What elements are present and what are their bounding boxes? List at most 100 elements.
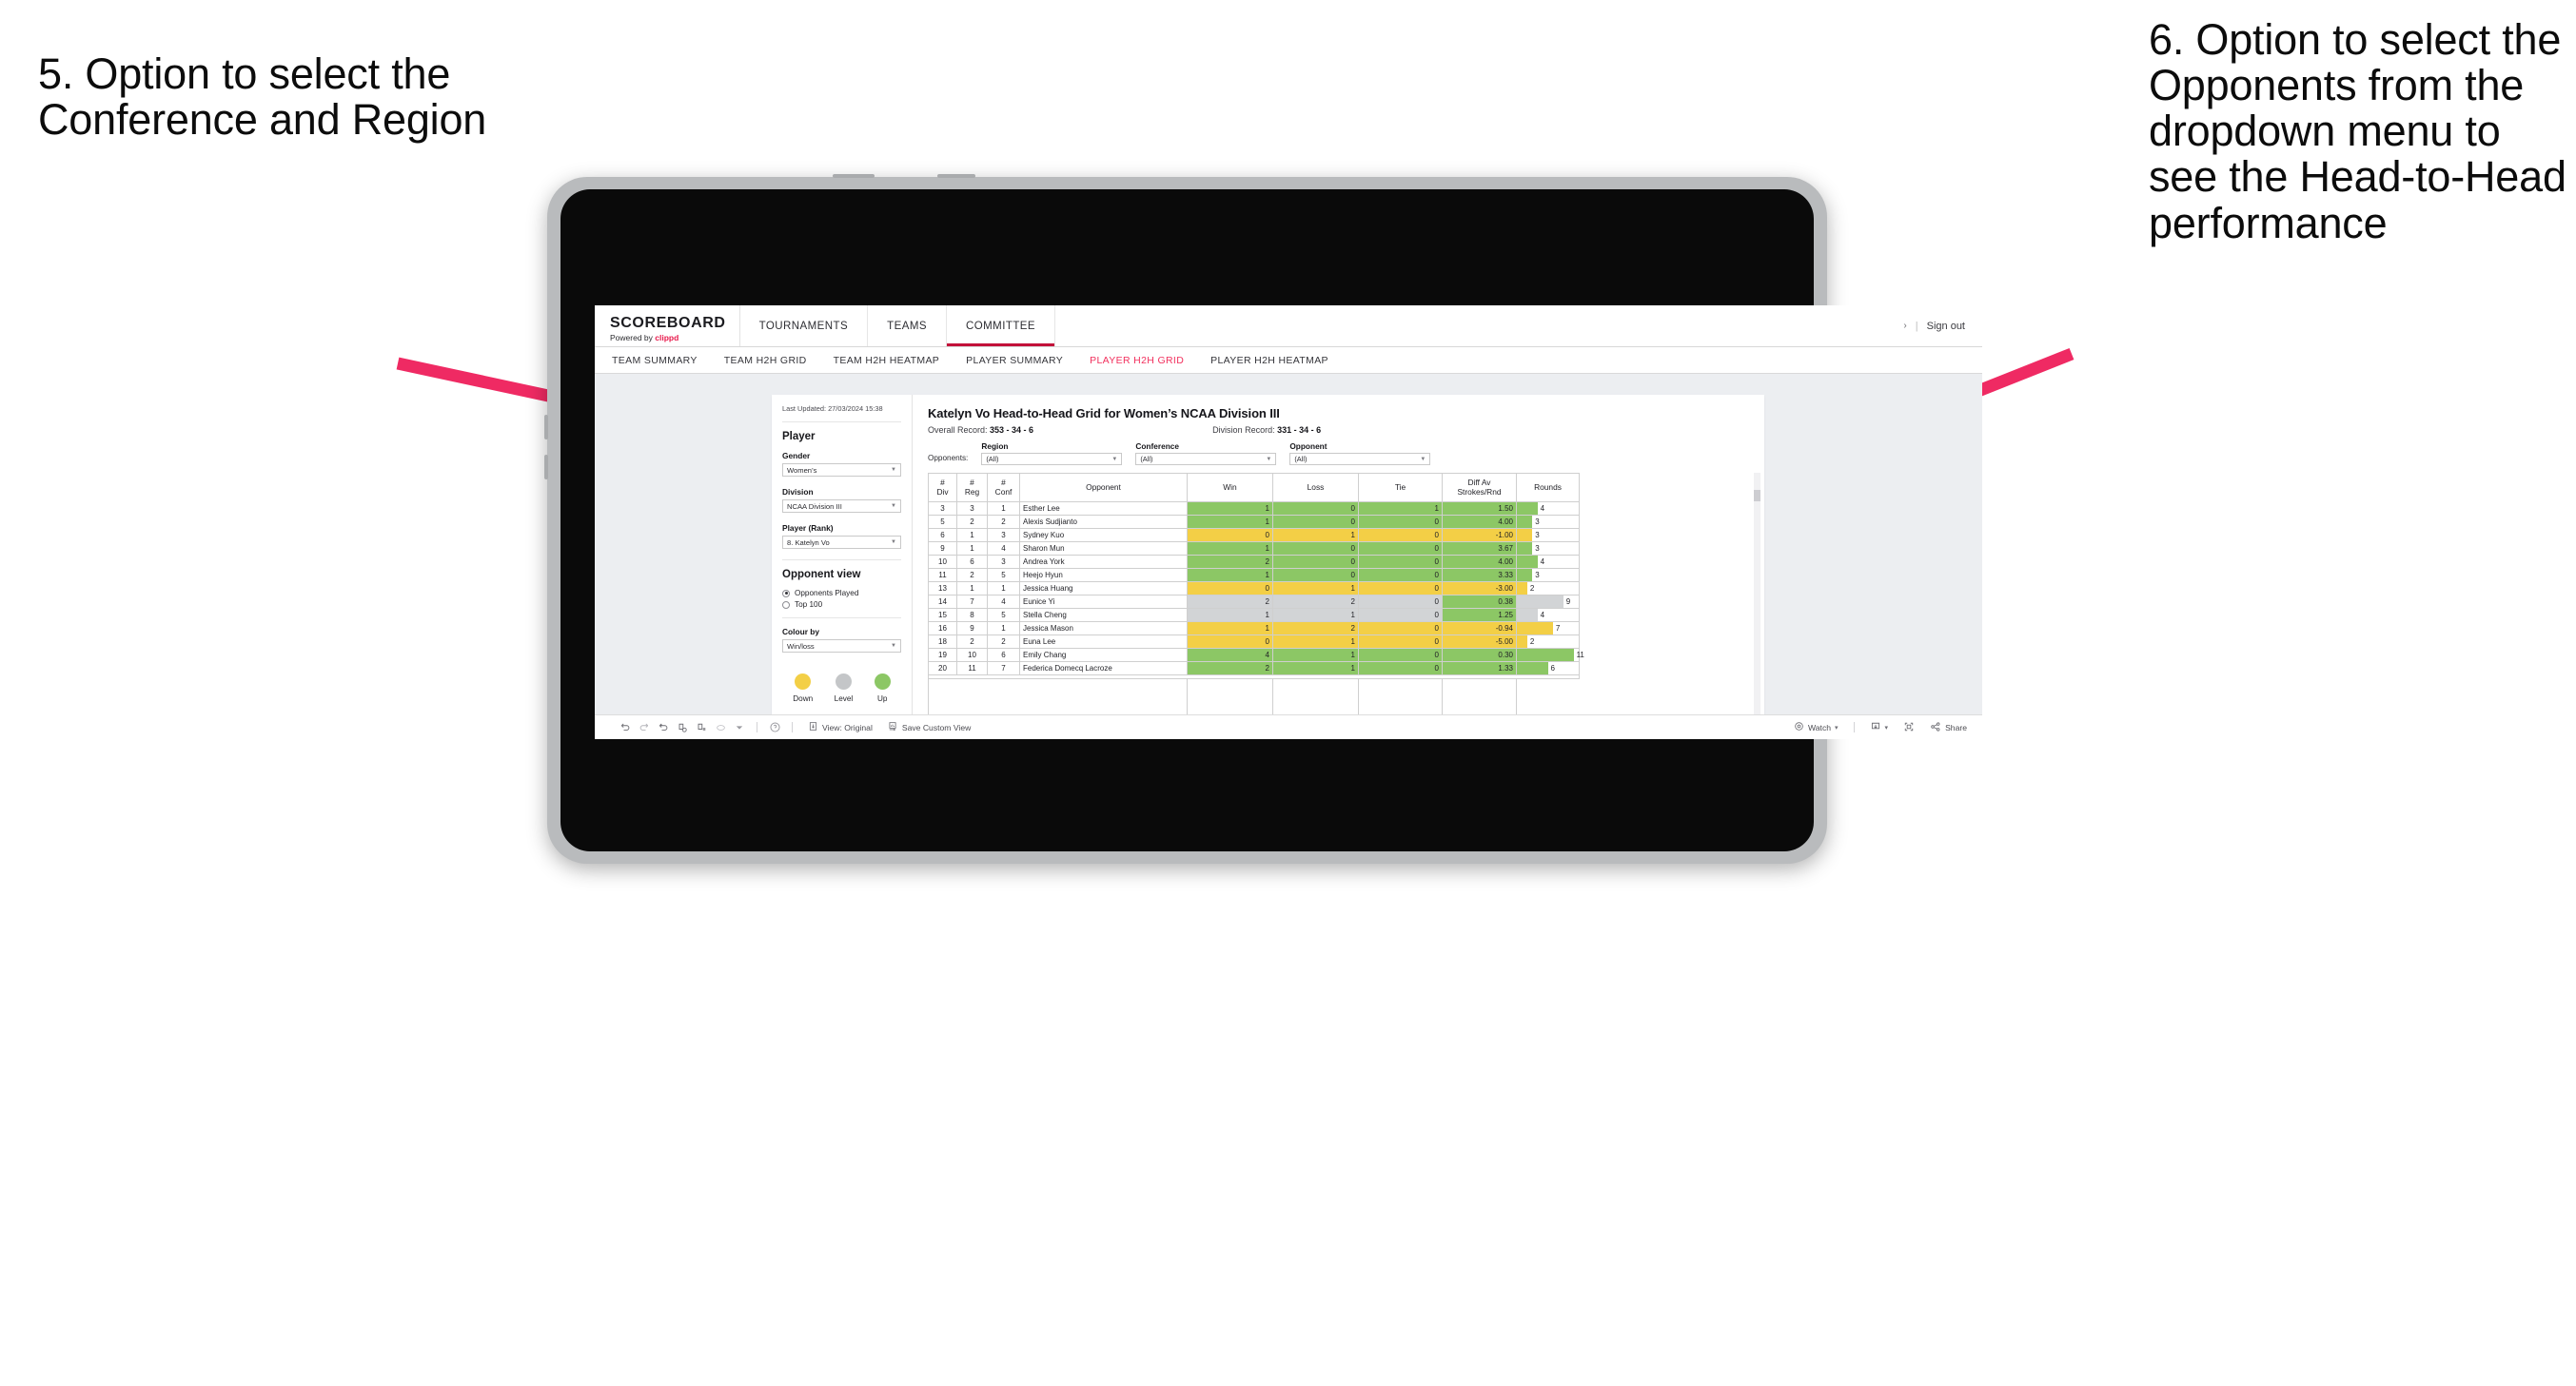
clippd-wordmark: clippd [655,332,679,342]
opponent-select[interactable]: (All) ▼ [1289,453,1431,465]
main-panel: Katelyn Vo Head-to-Head Grid for Women’s… [913,395,1764,739]
cell-conf: 4 [987,595,1020,609]
page-root: 5. Option to select the Conference and R… [0,0,2576,1386]
cell-rounds: 9 [1516,595,1580,609]
tab-player-h2h-grid[interactable]: PLAYER H2H GRID [1090,355,1184,366]
region-select[interactable]: (All) ▼ [981,453,1123,465]
division-record-label: Division Record: [1212,425,1278,435]
chevron-down-icon: ▼ [891,643,896,650]
rounds-value: 2 [1529,584,1535,593]
rounds-bar [1517,556,1538,568]
fullscreen-button[interactable] [1896,721,1922,734]
share-label: Share [1945,722,1967,732]
table-row[interactable]: 3 3 1 Esther Lee 1 0 1 1.50 4 [928,501,1580,516]
watch-icon [1794,721,1804,733]
cell-diff: -0.94 [1442,621,1517,635]
legend-down-swatch [795,673,812,691]
watch-button[interactable]: Watch ▾ [1786,721,1846,733]
sign-out-link[interactable]: Sign out [1927,321,1965,332]
cell-div: 11 [928,568,957,582]
divider [782,421,901,423]
pause-updates-icon[interactable] [692,718,711,737]
table-row[interactable]: 9 1 4 Sharon Mun 1 0 0 3.67 3 [928,541,1580,556]
chevron-right-icon[interactable]: › [1903,321,1906,331]
cell-rounds: 7 [1516,621,1580,635]
rounds-bar [1517,516,1533,528]
tab-player-h2h-heatmap[interactable]: PLAYER H2H HEATMAP [1210,355,1328,366]
chevron-down-icon: ▼ [1111,456,1118,462]
download-button[interactable]: ▾ [1862,721,1897,734]
rounds-value: 3 [1535,531,1540,539]
cell-diff: -5.00 [1442,634,1517,649]
gender-select[interactable]: Women’s ▼ [782,463,901,478]
cell-loss: 0 [1272,568,1359,582]
cell-tie: 0 [1358,581,1443,595]
viz-bottom-toolbar: View: Original Save Custom View Watch ▾ … [595,714,1982,739]
cell-win: 1 [1187,541,1273,556]
table-row[interactable]: 10 6 3 Andrea York 2 0 0 4.00 4 [928,555,1580,569]
brand-logo[interactable]: SCOREBOARD Powered by clippd [595,305,740,346]
radio-top-100[interactable]: Top 100 [782,600,901,609]
rounds-value: 4 [1540,504,1545,513]
table-row[interactable]: 19 10 6 Emily Chang 4 1 0 0.30 11 [928,648,1584,662]
radio-opponents-played[interactable]: Opponents Played [782,589,901,597]
table-row[interactable]: 5 2 2 Alexis Sudjianto 1 0 0 4.00 3 [928,515,1580,529]
cell-loss: 0 [1272,541,1359,556]
cell-tie: 0 [1358,595,1443,609]
overall-record-value: 353 - 34 - 6 [990,425,1034,435]
col-diff-line2: Strokes/Rnd [1457,486,1502,497]
revert-icon[interactable] [654,718,673,737]
cell-conf: 2 [987,634,1020,649]
presentation-mode-icon[interactable] [711,718,730,737]
topnav-item-teams[interactable]: TEAMS [868,305,947,346]
opponent-value: (All) [1294,455,1308,463]
colour-by-select[interactable]: Win/loss ▼ [782,639,901,654]
table-row[interactable]: 13 1 1 Jessica Huang 0 1 0 -3.00 2 [928,581,1580,595]
sidebar-section-opponent-view: Opponent view [782,569,861,581]
chevron-down-icon[interactable] [730,718,749,737]
cell-reg: 3 [956,501,988,516]
help-icon[interactable] [765,718,784,737]
tab-team-h2h-heatmap[interactable]: TEAM H2H HEATMAP [834,355,940,366]
legend-level-label: Level [834,694,854,704]
tab-team-h2h-grid[interactable]: TEAM H2H GRID [724,355,807,366]
table-row[interactable]: 15 8 5 Stella Cheng 1 1 0 1.25 4 [928,608,1580,622]
conference-select[interactable]: (All) ▼ [1135,453,1277,465]
share-button[interactable]: Share [1922,721,1982,734]
view-original-button[interactable]: View: Original [800,721,880,733]
cell-conf: 4 [987,541,1020,556]
table-row[interactable]: 11 2 5 Heejo Hyun 1 0 0 3.33 3 [928,568,1580,582]
cell-conf: 3 [987,555,1020,569]
rounds-bar [1517,569,1533,581]
table-row[interactable]: 16 9 1 Jessica Mason 1 2 0 -0.94 7 [928,621,1580,635]
cell-reg: 11 [956,661,988,675]
cell-reg: 2 [956,515,988,529]
undo-icon[interactable] [616,718,635,737]
division-select[interactable]: NCAA Division III ▼ [782,499,901,514]
topnav-item-committee[interactable]: COMMITTEE [947,305,1056,346]
redo-icon[interactable] [635,718,654,737]
grid-scrollbar-thumb[interactable] [1754,490,1760,501]
grid-header-row: # Div # Reg # Conf Opponent Win Loss Tie Di… [928,473,1580,502]
cell-opponent: Stella Cheng [1019,608,1188,622]
cell-reg: 1 [956,528,988,542]
table-row[interactable]: 6 1 3 Sydney Kuo 0 1 0 -1.00 3 [928,528,1580,542]
fullscreen-icon [1903,721,1915,734]
topnav-label: TOURNAMENTS [758,320,849,332]
save-custom-view-button[interactable]: Save Custom View [880,721,978,733]
topnav-item-tournaments[interactable]: TOURNAMENTS [740,305,869,346]
col-opponent: Opponent [1019,473,1188,502]
cell-tie: 0 [1358,541,1443,556]
table-row[interactable]: 20 11 7 Federica Domecq Lacroze 2 1 0 1.33 6 [928,661,1580,675]
tab-team-summary[interactable]: TEAM SUMMARY [612,355,698,366]
table-row[interactable]: 18 2 2 Euna Lee 0 1 0 -5.00 2 [928,634,1580,649]
grid-scrollbar-track[interactable] [1754,473,1760,731]
player-rank-select[interactable]: 8. Katelyn Vo ▼ [782,536,901,550]
tab-player-summary[interactable]: PLAYER SUMMARY [966,355,1063,366]
brand-subtitle: Powered by clippd [610,333,726,342]
cell-win: 1 [1187,568,1273,582]
radio-label: Top 100 [795,600,823,610]
annotation-step-5: 5. Option to select the Conference and R… [38,49,487,145]
table-row[interactable]: 14 7 4 Eunice Yi 2 2 0 0.38 9 [928,595,1580,609]
refresh-data-icon[interactable] [673,718,692,737]
